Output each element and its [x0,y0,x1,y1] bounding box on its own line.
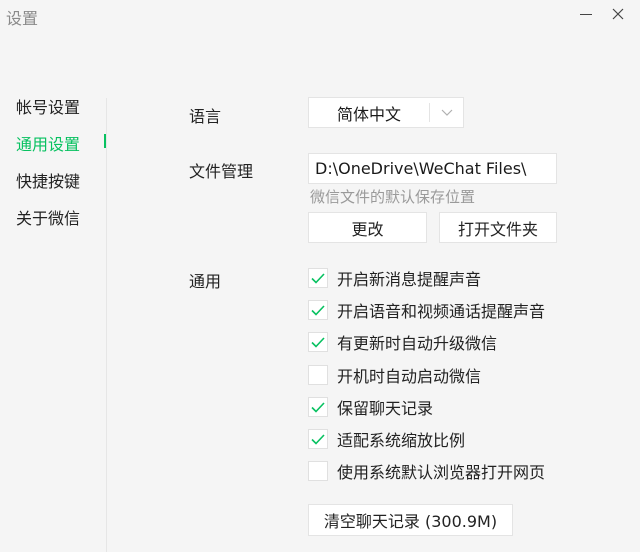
option-new-message-sound[interactable]: 开启新消息提醒声音 [308,267,481,289]
window-title: 设置 [6,9,39,28]
checkbox[interactable] [308,300,328,320]
file-management-label: 文件管理 [189,162,254,181]
check-icon [311,336,325,348]
checkbox[interactable] [308,365,328,385]
sidebar-item-shortcuts[interactable]: 快捷按键 [16,168,80,192]
option-auto-start[interactable]: 开机时自动启动微信 [308,364,481,386]
check-icon [311,304,325,316]
option-keep-history[interactable]: 保留聊天记录 [308,396,433,418]
close-button[interactable] [604,3,632,25]
checkbox[interactable] [308,429,328,449]
sidebar-item-about[interactable]: 关于微信 [16,205,80,229]
general-label: 通用 [189,272,222,291]
check-icon [311,272,325,284]
checkbox[interactable] [308,397,328,417]
change-button[interactable]: 更改 [308,212,427,243]
language-selected-value: 简体中文 [336,104,401,124]
option-label: 适配系统缩放比例 [337,431,466,450]
check-icon [311,401,325,413]
option-auto-update[interactable]: 有更新时自动升级微信 [308,331,497,353]
file-path-hint: 微信文件的默认保存位置 [310,188,476,206]
language-label: 语言 [189,107,222,126]
option-label: 有更新时自动升级微信 [337,334,498,353]
open-folder-button[interactable]: 打开文件夹 [439,212,557,243]
minimize-button[interactable] [572,3,600,25]
active-indicator [104,134,106,148]
clear-history-button[interactable]: 清空聊天记录 (300.9M) [308,504,513,536]
close-icon [612,8,624,20]
option-call-sound[interactable]: 开启语音和视频通话提醒声音 [308,299,545,321]
title-bar: 设置 [0,0,640,34]
checkbox[interactable] [308,268,328,288]
sidebar-item-account[interactable]: 帐号设置 [16,94,80,118]
minimize-icon [580,13,592,15]
checkbox[interactable] [308,332,328,352]
option-label: 开启新消息提醒声音 [337,270,482,289]
language-dropdown-button[interactable] [430,98,463,127]
language-select[interactable]: 简体中文 [308,97,464,128]
option-system-scaling[interactable]: 适配系统缩放比例 [308,428,465,450]
option-label: 保留聊天记录 [337,399,434,418]
checkbox[interactable] [308,461,328,481]
sidebar-divider [106,98,107,552]
option-default-browser[interactable]: 使用系统默认浏览器打开网页 [308,460,545,482]
option-label: 开启语音和视频通话提醒声音 [337,302,546,321]
option-label: 使用系统默认浏览器打开网页 [337,463,546,482]
chevron-down-icon [441,109,452,116]
sidebar-item-general[interactable]: 通用设置 [16,131,80,155]
file-path-field[interactable]: D:\OneDrive\WeChat Files\ [308,153,557,184]
check-icon [311,433,325,445]
option-label: 开机时自动启动微信 [337,367,482,386]
